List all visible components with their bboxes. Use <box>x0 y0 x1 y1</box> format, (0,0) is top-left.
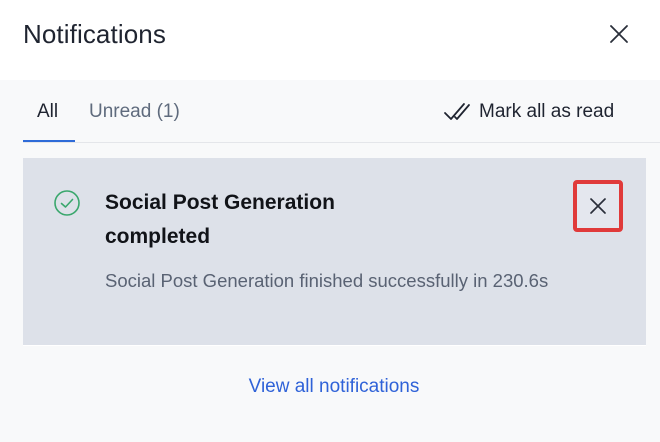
close-panel-button[interactable] <box>600 16 638 52</box>
dismiss-notification-button[interactable] <box>573 180 623 232</box>
tab-all[interactable]: All <box>37 100 58 124</box>
panel-title: Notifications <box>23 19 166 49</box>
notification-item[interactable]: Social Post Generation completed Social … <box>23 158 646 345</box>
close-icon <box>590 198 606 214</box>
view-all-notifications-link[interactable]: View all notifications <box>0 374 660 400</box>
mark-all-as-read-label: Mark all as read <box>479 101 615 122</box>
check-circle-icon <box>54 190 80 216</box>
notification-title: Social Post Generation completed <box>105 191 335 248</box>
card-divider <box>23 345 646 346</box>
tab-unread[interactable]: Unread (1) <box>89 100 180 124</box>
tabs-divider <box>23 142 660 143</box>
notification-tabs: All Unread (1) Mark all as read <box>23 80 660 144</box>
notification-body: Social Post Generation finished successf… <box>105 270 549 291</box>
mark-all-as-read-button[interactable]: Mark all as read <box>443 98 614 126</box>
double-check-icon <box>443 98 471 126</box>
panel-header: Notifications <box>0 0 660 80</box>
close-icon <box>610 25 628 43</box>
